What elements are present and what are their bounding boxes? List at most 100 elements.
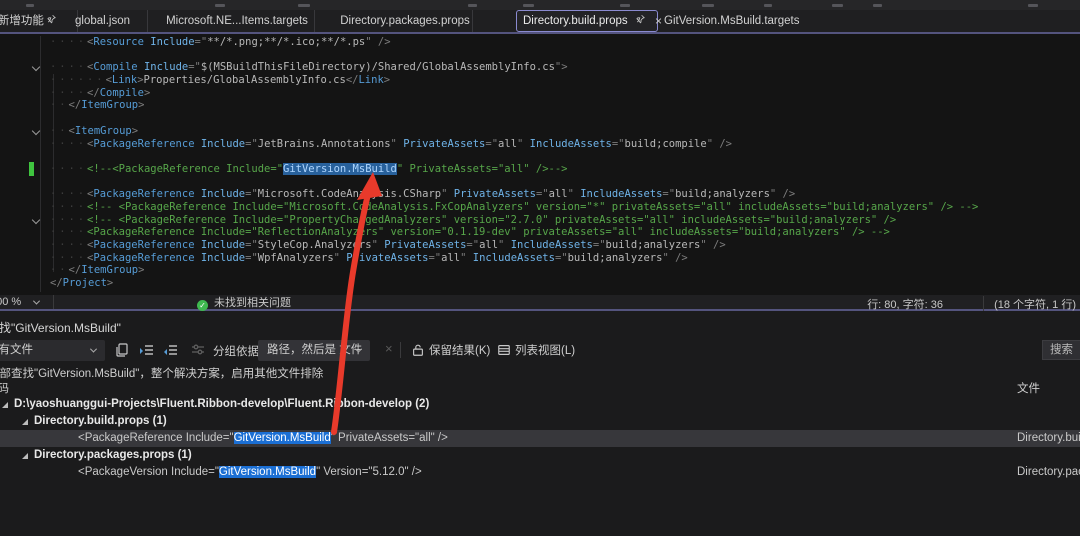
selection-info: (18 个字符, 1 行) — [983, 296, 1076, 312]
pin-icon[interactable] — [636, 11, 646, 31]
code-line[interactable]: ··<ItemGroup> — [0, 125, 1080, 138]
tab-label: Directory.build.props — [523, 15, 628, 27]
expand-all-icon[interactable] — [139, 342, 155, 358]
search-summary: 全部查找"GitVersion.MsBuild"，整个解决方案，启用其他文件排除 — [0, 365, 323, 381]
toolbar-remnant — [215, 4, 225, 7]
find-results-toolbar: 所有文件 分组依据: 路径，然后是 文件 × 保留结果 — [0, 338, 1080, 364]
caret-position: 行: 80, 字符: 36 — [867, 296, 943, 312]
toolbar-remnant — [702, 4, 714, 7]
document-health[interactable]: ✓ 未找到相关问题 — [197, 297, 291, 309]
scope-value: 所有文件 — [0, 344, 33, 356]
code-line[interactable] — [0, 112, 1080, 125]
match-highlight: GitVersion.MsBuild — [234, 432, 331, 444]
zoom-value: 100 % — [0, 296, 21, 308]
code-line[interactable] — [0, 150, 1080, 163]
tab-label: GitVersion.MsBuild.targets — [664, 15, 800, 27]
result-group-label: Directory.packages.props (1) — [0, 449, 192, 461]
result-row[interactable]: D:\yaoshuanggui-Projects\Fluent.Ribbon-d… — [0, 396, 1080, 413]
toolbar-remnant — [468, 4, 477, 7]
code-line[interactable]: ····<PackageReference Include="WpfAnalyz… — [0, 252, 1080, 265]
search-label: 搜索 — [1050, 344, 1073, 356]
code-line[interactable]: ····<PackageReference Include="JetBrains… — [0, 138, 1080, 151]
column-file[interactable]: 文件 — [1017, 380, 1040, 396]
tab-directory-build-props[interactable]: Directory.build.props × — [516, 10, 658, 32]
code-line[interactable]: ····</Compile> — [0, 87, 1080, 100]
result-row[interactable]: <PackageReference Include="GitVersion.Ms… — [0, 430, 1080, 447]
code-line[interactable]: ····<!--<PackageReference Include="GitVe… — [0, 163, 1080, 176]
code-line[interactable]: ······<Link>Properties/GlobalAssemblyInf… — [0, 74, 1080, 87]
toolbar-remnant — [523, 4, 534, 7]
chevron-down-icon — [90, 346, 97, 353]
code-line[interactable]: ····<PackageReference Include="Reflectio… — [0, 226, 1080, 239]
toolbar-separator — [400, 342, 401, 358]
code-line[interactable]: ····<PackageReference Include="Microsoft… — [0, 188, 1080, 201]
tab-global-json[interactable]: global.json — [58, 10, 148, 32]
toolbar-remnant — [298, 4, 310, 7]
search-input[interactable]: 搜索 — [1042, 340, 1080, 360]
code-line[interactable]: ····<!-- <PackageReference Include="Prop… — [0, 214, 1080, 227]
expand-triangle-icon[interactable] — [22, 419, 28, 425]
group-by-dropdown[interactable]: 路径，然后是 文件 — [258, 340, 370, 361]
tab-items-targets[interactable]: Microsoft.NE...Items.targets — [160, 10, 315, 32]
find-results-panel: 查找"GitVersion.MsBuild" 所有文件 分组依据: 路径，然后是… — [0, 311, 1080, 536]
result-code-text: <PackageVersion Include="GitVersion.MsBu… — [0, 466, 422, 478]
toolbar-remnant — [873, 4, 882, 7]
result-row[interactable]: <PackageVersion Include="GitVersion.MsBu… — [0, 464, 1080, 481]
tab-label: 新增功能 — [0, 15, 44, 27]
result-code-text: <PackageReference Include="GitVersion.Ms… — [0, 432, 448, 444]
tab-label: global.json — [75, 15, 130, 27]
code-line[interactable]: </Project> — [0, 277, 1080, 290]
result-row[interactable]: Directory.build.props (1) — [0, 413, 1080, 430]
scope-dropdown[interactable]: 所有文件 — [0, 340, 105, 361]
code-line[interactable]: ····<Resource Include="**/*.png;**/*.ico… — [0, 36, 1080, 49]
toolbar-remnant — [832, 4, 843, 7]
result-group-label: D:\yaoshuanggui-Projects\Fluent.Ribbon-d… — [0, 398, 429, 410]
toolbar-remnant — [26, 4, 34, 7]
list-view-label: 列表视图(L) — [515, 345, 575, 357]
code-lines: ····<Resource Include="**/*.png;**/*.ico… — [0, 36, 1080, 290]
code-line[interactable]: ··</ItemGroup> — [0, 264, 1080, 277]
keep-results-label: 保留结果(K) — [429, 345, 490, 357]
result-row[interactable]: Directory.packages.props (1) — [0, 447, 1080, 464]
keep-results-button[interactable]: 保留结果(K) — [411, 342, 490, 358]
check-circle-icon: ✓ — [197, 300, 208, 311]
group-by-label: 分组依据: — [213, 343, 262, 359]
code-editor[interactable]: ····<Resource Include="**/*.png;**/*.ico… — [0, 34, 1080, 295]
editor-statusbar: 100 % ✓ 未找到相关问题 行: 80, 字符: 36 (18 个字符, 1 … — [0, 295, 1080, 311]
code-line[interactable]: ····<!-- <PackageReference Include="Micr… — [0, 201, 1080, 214]
lock-icon — [411, 343, 425, 357]
code-line[interactable] — [0, 49, 1080, 62]
result-file-name: Directory.packages.props — [1017, 464, 1080, 481]
chevron-down-icon — [33, 298, 40, 305]
results-tree: D:\yaoshuanggui-Projects\Fluent.Ribbon-d… — [0, 396, 1080, 481]
pin-icon[interactable] — [47, 10, 57, 32]
visual-studio-window: 新增功能 global.json Microsoft.NE...Items.ta… — [0, 0, 1080, 536]
expand-triangle-icon[interactable] — [22, 453, 28, 459]
code-line[interactable]: ····<PackageReference Include="StyleCop.… — [0, 239, 1080, 252]
toolbar-remnant — [620, 4, 630, 7]
toolbar-remnant — [1028, 4, 1038, 7]
tab-gitversion-msbuild-targets[interactable]: GitVersion.MsBuild.targets — [660, 10, 802, 32]
expand-triangle-icon[interactable] — [2, 402, 8, 408]
clear-icon[interactable]: × — [385, 341, 393, 356]
find-results-title: 查找"GitVersion.MsBuild" — [0, 319, 121, 336]
settings-icon[interactable] — [190, 342, 206, 358]
group-by-value: 路径，然后是 文件 — [267, 344, 362, 356]
zoom-selector[interactable]: 100 % — [0, 295, 54, 309]
code-line[interactable]: ··</ItemGroup> — [0, 99, 1080, 112]
code-line[interactable]: ····<Compile Include="$(MSBuildThisFileD… — [0, 61, 1080, 74]
health-message: 未找到相关问题 — [214, 297, 291, 309]
tab-directory-packages-props[interactable]: Directory.packages.props — [338, 10, 473, 32]
tab-label: Microsoft.NE...Items.targets — [166, 15, 308, 27]
document-tabbar: 新增功能 global.json Microsoft.NE...Items.ta… — [0, 10, 1080, 34]
list-view-button[interactable]: 列表视图(L) — [497, 342, 575, 358]
code-line[interactable] — [0, 176, 1080, 189]
tab-label: Directory.packages.props — [340, 15, 470, 27]
copy-icon[interactable] — [114, 342, 130, 358]
column-code[interactable]: 代码 — [0, 380, 9, 396]
match-highlight: GitVersion.MsBuild — [219, 466, 316, 478]
list-icon — [497, 343, 511, 357]
collapse-all-icon[interactable] — [163, 342, 179, 358]
result-file-name: Directory.build.props — [1017, 430, 1080, 447]
toolbar-remnant — [764, 4, 772, 7]
